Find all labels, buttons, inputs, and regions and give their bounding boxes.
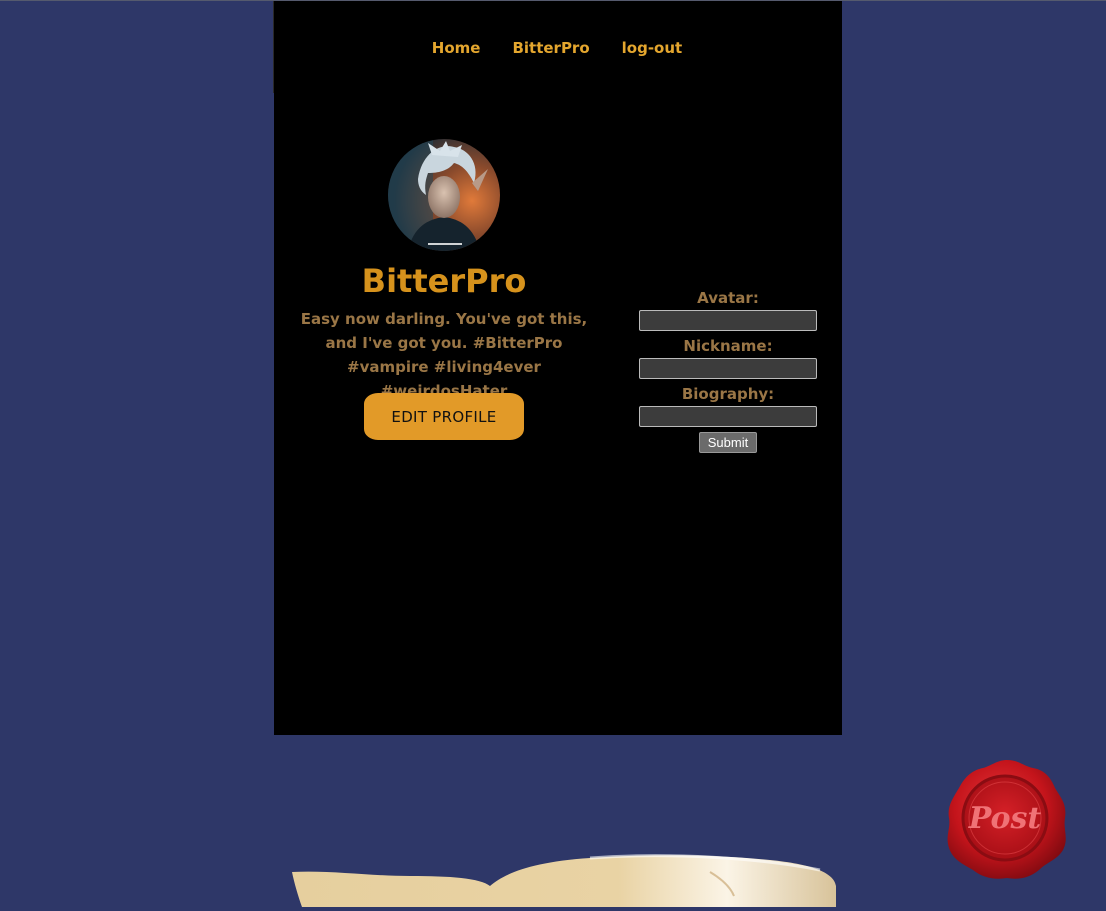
post-label: Post [968, 801, 1042, 836]
nav-link-logout[interactable]: log-out [622, 39, 683, 57]
avatar-label: Avatar: [697, 289, 759, 307]
biography-label: Biography: [681, 385, 775, 403]
nickname-input[interactable] [639, 358, 817, 379]
nav-links: Home BitterPro log-out [274, 39, 842, 57]
nav-link-profile[interactable]: BitterPro [512, 39, 589, 57]
edit-profile-form: Avatar: Nickname: Biography: Submit [638, 288, 818, 453]
avatar-input[interactable] [639, 310, 817, 331]
avatar-image [388, 139, 500, 251]
submit-button[interactable]: Submit [698, 432, 758, 453]
profile-username: BitterPro [361, 262, 527, 300]
profile-bio: Easy now darling. You've got this, and I… [300, 310, 588, 400]
wax-seal-icon: Post [947, 760, 1066, 879]
post-wax-seal-button[interactable]: Post [943, 756, 1071, 884]
biography-input[interactable] [639, 406, 817, 427]
parchment-decoration [290, 852, 840, 907]
avatar [388, 139, 500, 251]
navbar: Home BitterPro log-out [273, 1, 842, 93]
edit-profile-button[interactable]: EDIT PROFILE [364, 393, 524, 440]
nickname-label: Nickname: [683, 337, 773, 355]
nav-link-home[interactable]: Home [432, 39, 481, 57]
